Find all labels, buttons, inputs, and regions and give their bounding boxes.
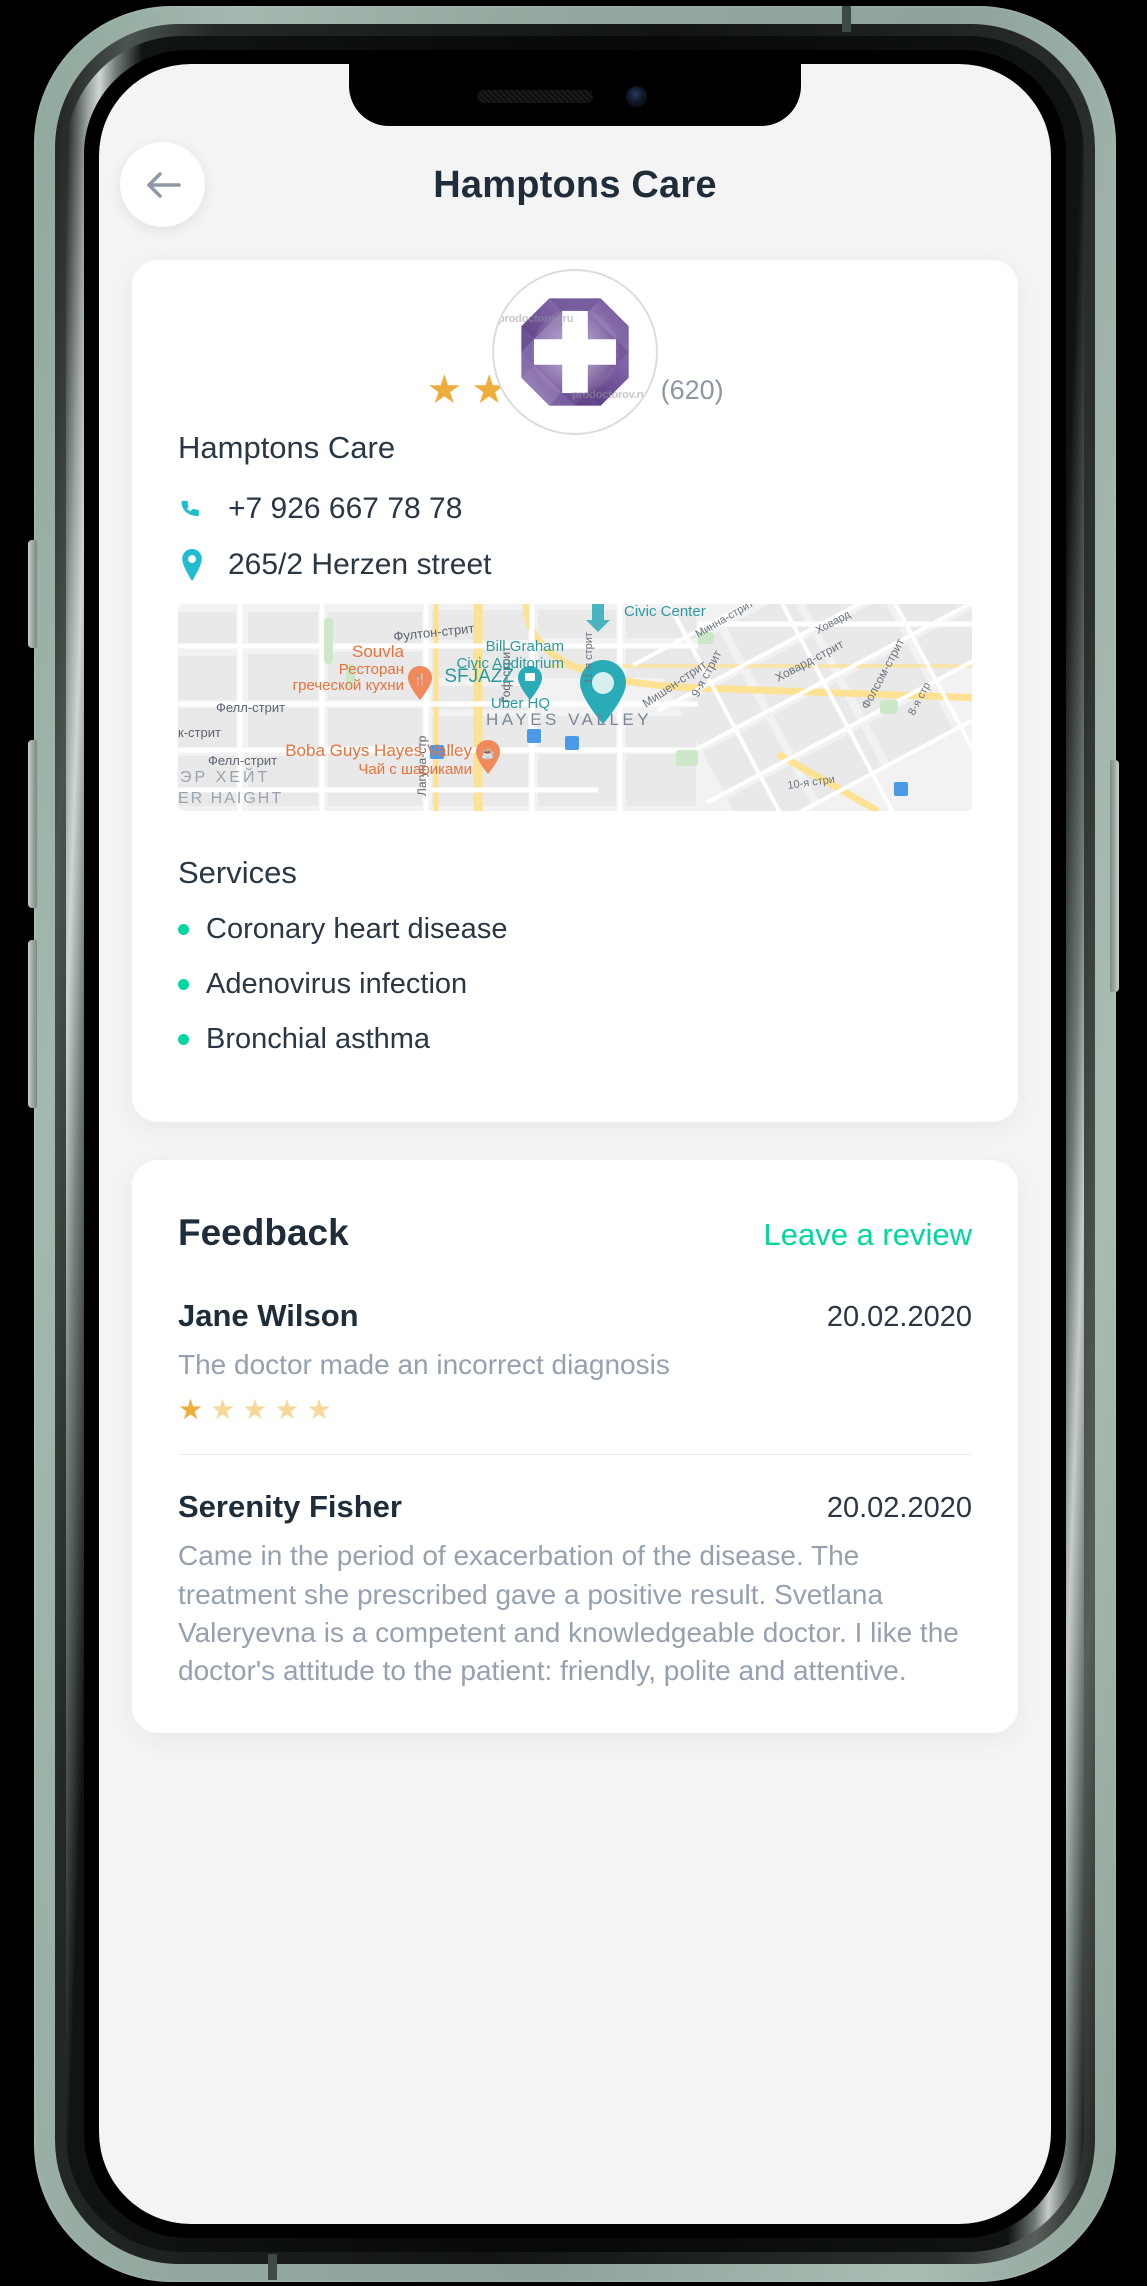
svg-text:Boba Guys Hayes Valley: Boba Guys Hayes Valley (285, 741, 472, 760)
review-header: Serenity Fisher 20.02.2020 (178, 1489, 972, 1525)
review-star-5: ★ (306, 1394, 332, 1426)
svg-text:к-стрит: к-стрит (178, 725, 221, 740)
phone-icon (178, 495, 206, 523)
review-divider (178, 1454, 972, 1456)
service-item: Bronchial asthma (132, 1023, 1018, 1056)
service-label: Bronchial asthma (206, 1023, 431, 1055)
phone-screen: Hamptons Care prodoctorov.ru prodoctorov… (99, 64, 1051, 2224)
review-header: Jane Wilson 20.02.2020 (178, 1298, 972, 1334)
bullet-icon (178, 979, 189, 990)
svg-text:Uber HQ: Uber HQ (491, 695, 550, 712)
medical-cross-gem-logo-icon (521, 298, 629, 406)
review-star-1: ★ (178, 1394, 204, 1426)
earpiece-speaker-icon (477, 90, 593, 103)
mute-switch-button[interactable] (28, 540, 37, 648)
svg-text:Souvla: Souvla (352, 642, 405, 661)
page-title: Hamptons Care (433, 164, 717, 206)
services-title: Services (178, 855, 297, 890)
location-map[interactable]: 🍴 ☕ Фултон-стрит Фелл-стрит к-стрит Фелл… (178, 604, 972, 811)
review-rating: ★ ★ ★ ★ ★ (178, 1396, 972, 1424)
review-text: The doctor made an incorrect diagnosis (178, 1349, 670, 1380)
rating-count: (620) (660, 374, 724, 405)
review-text: Came in the period of exacerbation of th… (178, 1540, 959, 1687)
phone-device-frame: Hamptons Care prodoctorov.ru prodoctorov… (0, 0, 1147, 2286)
clinic-logo: prodoctorov.ru prodoctorov.ru (492, 269, 658, 435)
svg-text:Bill Graham: Bill Graham (486, 638, 564, 655)
svg-text:Фелл-стрит: Фелл-стрит (216, 700, 285, 715)
service-label: Coronary heart disease (206, 913, 508, 945)
leave-review-link[interactable]: Leave a review (763, 1217, 972, 1253)
power-button[interactable] (1110, 760, 1119, 992)
service-item: Adenovirus infection (132, 968, 1018, 1001)
svg-text:Фелл-стрит: Фелл-стрит (208, 753, 277, 768)
antenna-band-bottom (268, 2254, 277, 2280)
svg-text:ER HAIGHT: ER HAIGHT (178, 790, 283, 807)
feedback-header: Feedback Leave a review (132, 1212, 1018, 1254)
volume-down-button[interactable] (28, 940, 37, 1108)
svg-text:11-я стрит: 11-я стрит (583, 632, 595, 684)
service-item: Coronary heart disease (132, 913, 1018, 946)
map-graphic: 🍴 ☕ Фултон-стрит Фелл-стрит к-стрит Фелл… (178, 604, 972, 811)
service-label: Adenovirus infection (206, 968, 468, 1000)
svg-text:Ресторан: Ресторан (339, 661, 404, 678)
review-date: 20.02.2020 (826, 1301, 972, 1333)
review-date: 20.02.2020 (826, 1492, 972, 1525)
review-star-2: ★ (210, 1394, 236, 1426)
review-star-3: ★ (242, 1394, 268, 1426)
feedback-card: Feedback Leave a review Jane Wilson 20.0… (132, 1160, 1018, 1733)
svg-text:ЭР ХЕЙТ: ЭР ХЕЙТ (180, 767, 270, 786)
front-camera-icon (626, 86, 647, 107)
svg-text:HAYES VALLEY: HAYES VALLEY (486, 710, 652, 729)
review-author: Serenity Fisher (178, 1489, 402, 1525)
feedback-title: Feedback (178, 1212, 349, 1253)
review-item: Jane Wilson 20.02.2020 The doctor made a… (132, 1298, 1018, 1424)
display-notch (349, 64, 801, 126)
map-pin-icon (178, 549, 206, 581)
svg-text:греческой кухни: греческой кухни (293, 677, 404, 694)
svg-text:🍴: 🍴 (413, 673, 427, 686)
rating-star-1: ★ (426, 368, 463, 412)
clinic-address-value: 265/2 Herzen street (228, 548, 492, 581)
svg-text:Чай с шариками: Чай с шариками (358, 761, 472, 778)
svg-text:Civic Center: Civic Center (624, 604, 706, 620)
review-star-4: ★ (274, 1394, 300, 1426)
volume-up-button[interactable] (28, 740, 37, 908)
bullet-icon (178, 1034, 189, 1045)
clinic-name: Hamptons Care (178, 430, 396, 465)
review-item: Serenity Fisher 20.02.2020 Came in the p… (132, 1489, 1018, 1690)
antenna-band-top (842, 6, 851, 32)
clinic-address-row[interactable]: 265/2 Herzen street (132, 548, 1018, 582)
svg-text:☕: ☕ (481, 746, 495, 760)
review-author: Jane Wilson (178, 1298, 359, 1333)
bullet-icon (178, 924, 189, 935)
clinic-phone-row[interactable]: +7 926 667 78 78 (132, 492, 1018, 526)
svg-text:Civic Auditorium: Civic Auditorium (456, 655, 564, 672)
clinic-phone-value: +7 926 667 78 78 (228, 492, 463, 525)
